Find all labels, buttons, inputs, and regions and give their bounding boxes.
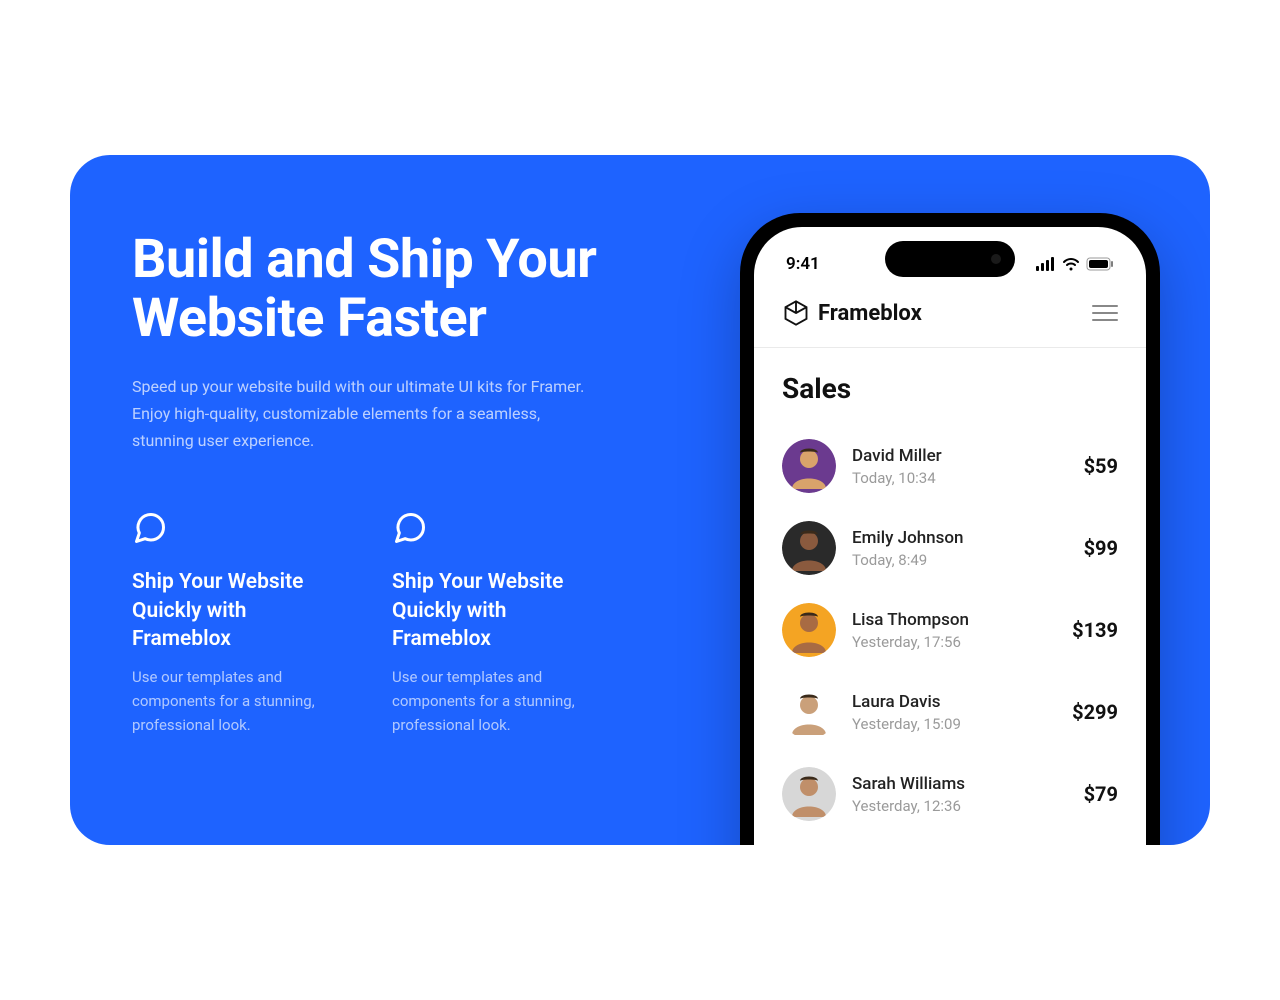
sale-name: Emily Johnson — [852, 528, 1068, 548]
sale-amount: $299 — [1072, 700, 1118, 724]
sale-amount: $79 — [1084, 782, 1118, 806]
sale-item[interactable]: David Miller Today, 10:34 $59 — [782, 425, 1118, 507]
sale-info: Laura Davis Yesterday, 15:09 — [852, 692, 1056, 733]
feature-description: Use our templates and components for a s… — [392, 665, 602, 737]
avatar — [782, 521, 836, 575]
sale-info: David Miller Today, 10:34 — [852, 446, 1068, 487]
hero-card: Build and Ship Your Website Faster Speed… — [70, 155, 1210, 845]
wifi-icon — [1062, 257, 1080, 271]
menu-icon[interactable] — [1092, 305, 1118, 321]
avatar — [782, 685, 836, 739]
sales-title: Sales — [782, 372, 1118, 405]
sale-time: Today, 8:49 — [852, 551, 1068, 569]
sale-info: Sarah Williams Yesterday, 12:36 — [852, 774, 1068, 815]
hero-content: Build and Ship Your Website Faster Speed… — [70, 155, 670, 845]
brand-logo-icon — [782, 299, 810, 327]
sale-info: Emily Johnson Today, 8:49 — [852, 528, 1068, 569]
feature-card: Ship Your Website Quickly with Frameblox… — [132, 510, 342, 737]
phone-screen: 9:41 — [754, 227, 1146, 845]
feature-description: Use our templates and components for a s… — [132, 665, 342, 737]
avatar — [782, 603, 836, 657]
phone-notch — [885, 241, 1015, 277]
status-time: 9:41 — [786, 254, 820, 274]
sale-item[interactable]: Emily Johnson Today, 8:49 $99 — [782, 507, 1118, 589]
sale-item[interactable]: Sarah Williams Yesterday, 12:36 $79 — [782, 753, 1118, 835]
sale-item[interactable]: Lisa Thompson Yesterday, 17:56 $139 — [782, 589, 1118, 671]
features-row: Ship Your Website Quickly with Frameblox… — [132, 510, 670, 737]
sale-amount: $99 — [1084, 536, 1118, 560]
brand[interactable]: Frameblox — [782, 299, 922, 327]
sales-section: Sales David Miller Today, 10:34 $59 Emily J… — [754, 348, 1146, 835]
avatar — [782, 439, 836, 493]
phone-frame: 9:41 — [740, 213, 1160, 845]
sale-time: Today, 10:34 — [852, 469, 1068, 487]
brand-name: Frameblox — [818, 301, 922, 326]
sale-item[interactable]: Laura Davis Yesterday, 15:09 $299 — [782, 671, 1118, 753]
sale-name: Sarah Williams — [852, 774, 1068, 794]
sales-list: David Miller Today, 10:34 $59 Emily Johnson… — [782, 425, 1118, 835]
sale-amount: $139 — [1072, 618, 1118, 642]
avatar — [782, 767, 836, 821]
app-header: Frameblox — [754, 281, 1146, 348]
sale-time: Yesterday, 15:09 — [852, 715, 1056, 733]
phone-mockup: 9:41 — [740, 213, 1160, 845]
sale-amount: $59 — [1084, 454, 1118, 478]
sale-info: Lisa Thompson Yesterday, 17:56 — [852, 610, 1056, 651]
sale-name: Laura Davis — [852, 692, 1056, 712]
hero-title: Build and Ship Your Website Faster — [132, 230, 670, 349]
battery-icon — [1086, 257, 1114, 271]
sale-time: Yesterday, 12:36 — [852, 797, 1068, 815]
sale-name: David Miller — [852, 446, 1068, 466]
chat-icon — [392, 510, 428, 546]
feature-title: Ship Your Website Quickly with Frameblox — [132, 568, 342, 653]
sale-name: Lisa Thompson — [852, 610, 1056, 630]
hero-description: Speed up your website build with our ult… — [132, 373, 592, 455]
chat-icon — [132, 510, 168, 546]
status-indicators — [1036, 257, 1114, 271]
feature-card: Ship Your Website Quickly with Frameblox… — [392, 510, 602, 737]
feature-title: Ship Your Website Quickly with Frameblox — [392, 568, 602, 653]
cellular-icon — [1036, 257, 1056, 271]
sale-time: Yesterday, 17:56 — [852, 633, 1056, 651]
